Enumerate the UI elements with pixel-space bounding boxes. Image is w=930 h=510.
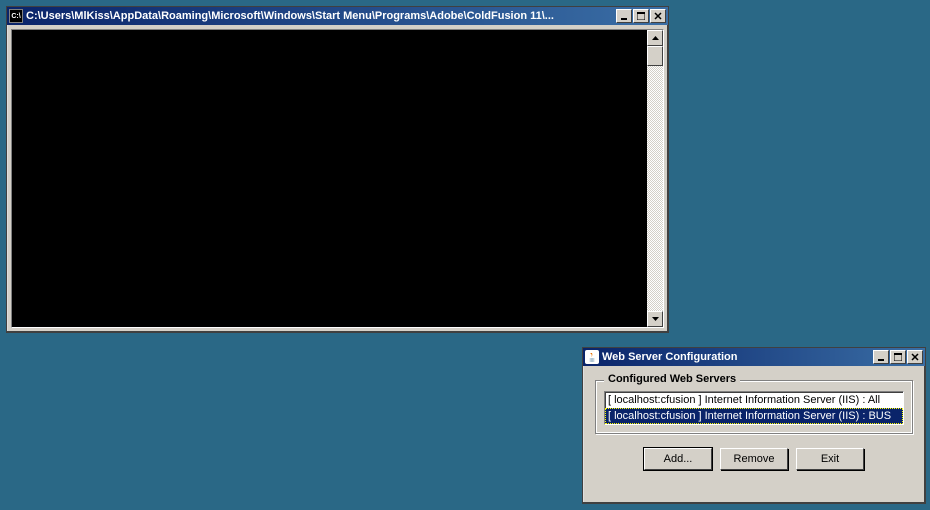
cmd-icon: C:\ bbox=[9, 9, 23, 23]
scroll-track[interactable] bbox=[647, 46, 663, 311]
list-item[interactable]: [ localhost:cfusion ] Internet Informati… bbox=[605, 408, 903, 424]
minimize-button[interactable] bbox=[873, 350, 889, 364]
scroll-up-button[interactable] bbox=[647, 30, 663, 46]
console-scrollbar bbox=[647, 30, 663, 327]
button-row: Add... Remove Exit bbox=[595, 448, 913, 470]
config-body: Configured Web Servers [ localhost:cfusi… bbox=[587, 370, 921, 499]
close-button[interactable] bbox=[650, 9, 666, 23]
remove-button[interactable]: Remove bbox=[720, 448, 788, 470]
config-window-controls bbox=[872, 350, 923, 364]
scroll-down-button[interactable] bbox=[647, 311, 663, 327]
console-output[interactable] bbox=[12, 30, 647, 327]
console-window-controls bbox=[615, 9, 666, 23]
console-body bbox=[11, 29, 664, 328]
minimize-button[interactable] bbox=[616, 9, 632, 23]
group-label: Configured Web Servers bbox=[604, 373, 740, 385]
config-titlebar[interactable]: Web Server Configuration bbox=[583, 348, 925, 366]
console-title: C:\Users\MlKiss\AppData\Roaming\Microsof… bbox=[26, 10, 615, 22]
add-button[interactable]: Add... bbox=[644, 448, 712, 470]
exit-button[interactable]: Exit bbox=[796, 448, 864, 470]
maximize-button[interactable] bbox=[633, 9, 649, 23]
java-icon bbox=[585, 350, 599, 364]
maximize-button[interactable] bbox=[890, 350, 906, 364]
console-titlebar[interactable]: C:\ C:\Users\MlKiss\AppData\Roaming\Micr… bbox=[7, 7, 668, 25]
config-title: Web Server Configuration bbox=[602, 351, 872, 363]
list-item[interactable]: [ localhost:cfusion ] Internet Informati… bbox=[605, 392, 903, 408]
scroll-thumb[interactable] bbox=[647, 46, 663, 66]
console-window: C:\ C:\Users\MlKiss\AppData\Roaming\Micr… bbox=[6, 6, 669, 333]
configured-servers-group: Configured Web Servers [ localhost:cfusi… bbox=[595, 380, 913, 434]
server-list[interactable]: [ localhost:cfusion ] Internet Informati… bbox=[604, 391, 904, 425]
web-server-config-window: Web Server Configuration Configured Web … bbox=[582, 347, 926, 504]
close-button[interactable] bbox=[907, 350, 923, 364]
